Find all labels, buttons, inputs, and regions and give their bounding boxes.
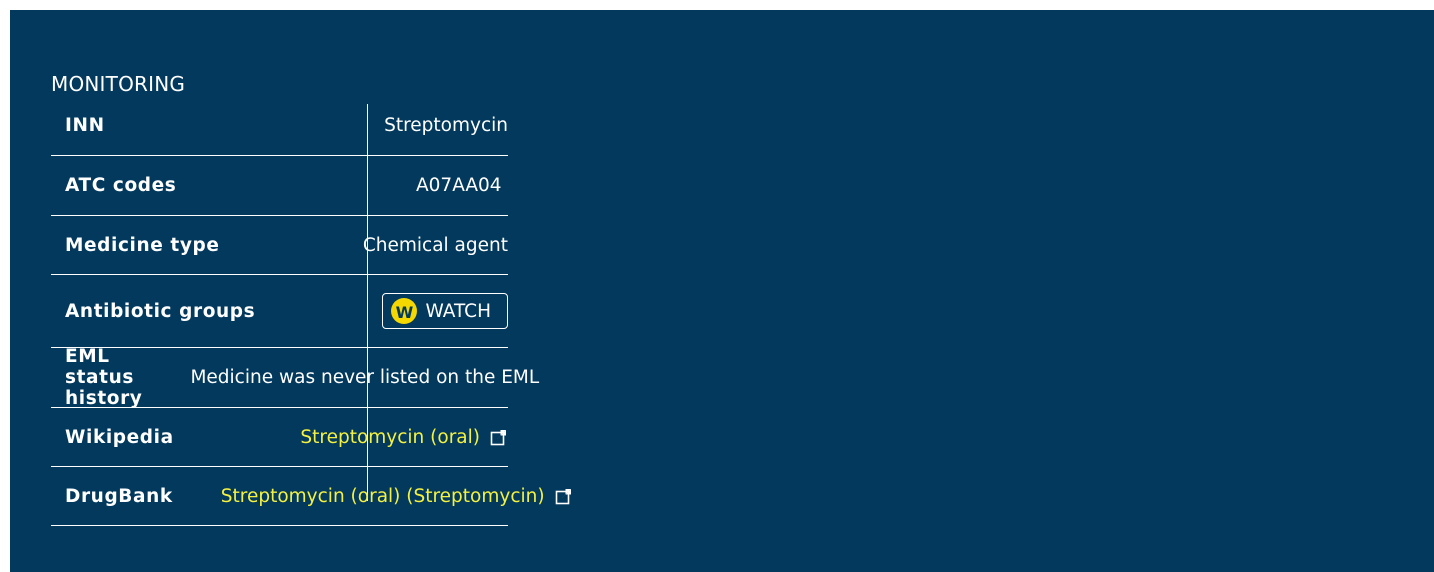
external-link-icon[interactable]	[490, 428, 508, 446]
wikipedia-link[interactable]: Streptomycin (oral)	[300, 427, 480, 448]
watch-badge[interactable]: W WATCH	[382, 293, 508, 329]
table-row-atc-codes: ATC codes A07AA04	[51, 156, 508, 216]
row-value: Chemical agent	[362, 234, 508, 256]
row-value: W WATCH	[337, 275, 508, 347]
row-value: A07AA04	[416, 175, 502, 196]
watch-badge-label: WATCH	[425, 300, 491, 322]
row-label: INN	[65, 114, 105, 136]
row-label: Antibiotic groups	[65, 300, 256, 322]
table-row-antibiotic-groups: Antibiotic groups W WATCH	[51, 275, 508, 348]
info-table: INN Streptomycin ATC codes A07AA04 Medic…	[51, 95, 571, 526]
table-row-medicine-type: Medicine type Chemical agent	[51, 216, 508, 275]
drugbank-link[interactable]: Streptomycin (oral) (Streptomycin)	[221, 486, 545, 507]
table-row-wikipedia: Wikipedia Streptomycin (oral)	[51, 408, 508, 467]
row-label: Wikipedia	[65, 426, 174, 448]
row-value: Streptomycin (oral)	[252, 408, 508, 466]
row-value: Medicine was never listed on the EML	[190, 367, 540, 388]
table-row-inn: INN Streptomycin	[51, 95, 508, 156]
monitoring-panel: MONITORING INN Streptomycin ATC codes A0…	[10, 10, 1434, 572]
row-label: DrugBank	[65, 485, 173, 507]
external-link-icon[interactable]	[555, 487, 573, 505]
section-title: MONITORING	[51, 72, 186, 96]
table-row-drugbank: DrugBank Streptomycin (oral) (Streptomyc…	[51, 467, 571, 526]
row-value: Streptomycin	[384, 114, 508, 136]
row-label: ATC codes	[65, 175, 177, 196]
row-value: Streptomycin (oral) (Streptomycin)	[173, 467, 573, 525]
table-row-eml-status-history: EML status history Medicine was never li…	[51, 346, 539, 409]
row-label: Medicine type	[65, 234, 220, 256]
watch-circle-icon: W	[391, 298, 418, 324]
row-label: EML status history	[65, 346, 143, 409]
